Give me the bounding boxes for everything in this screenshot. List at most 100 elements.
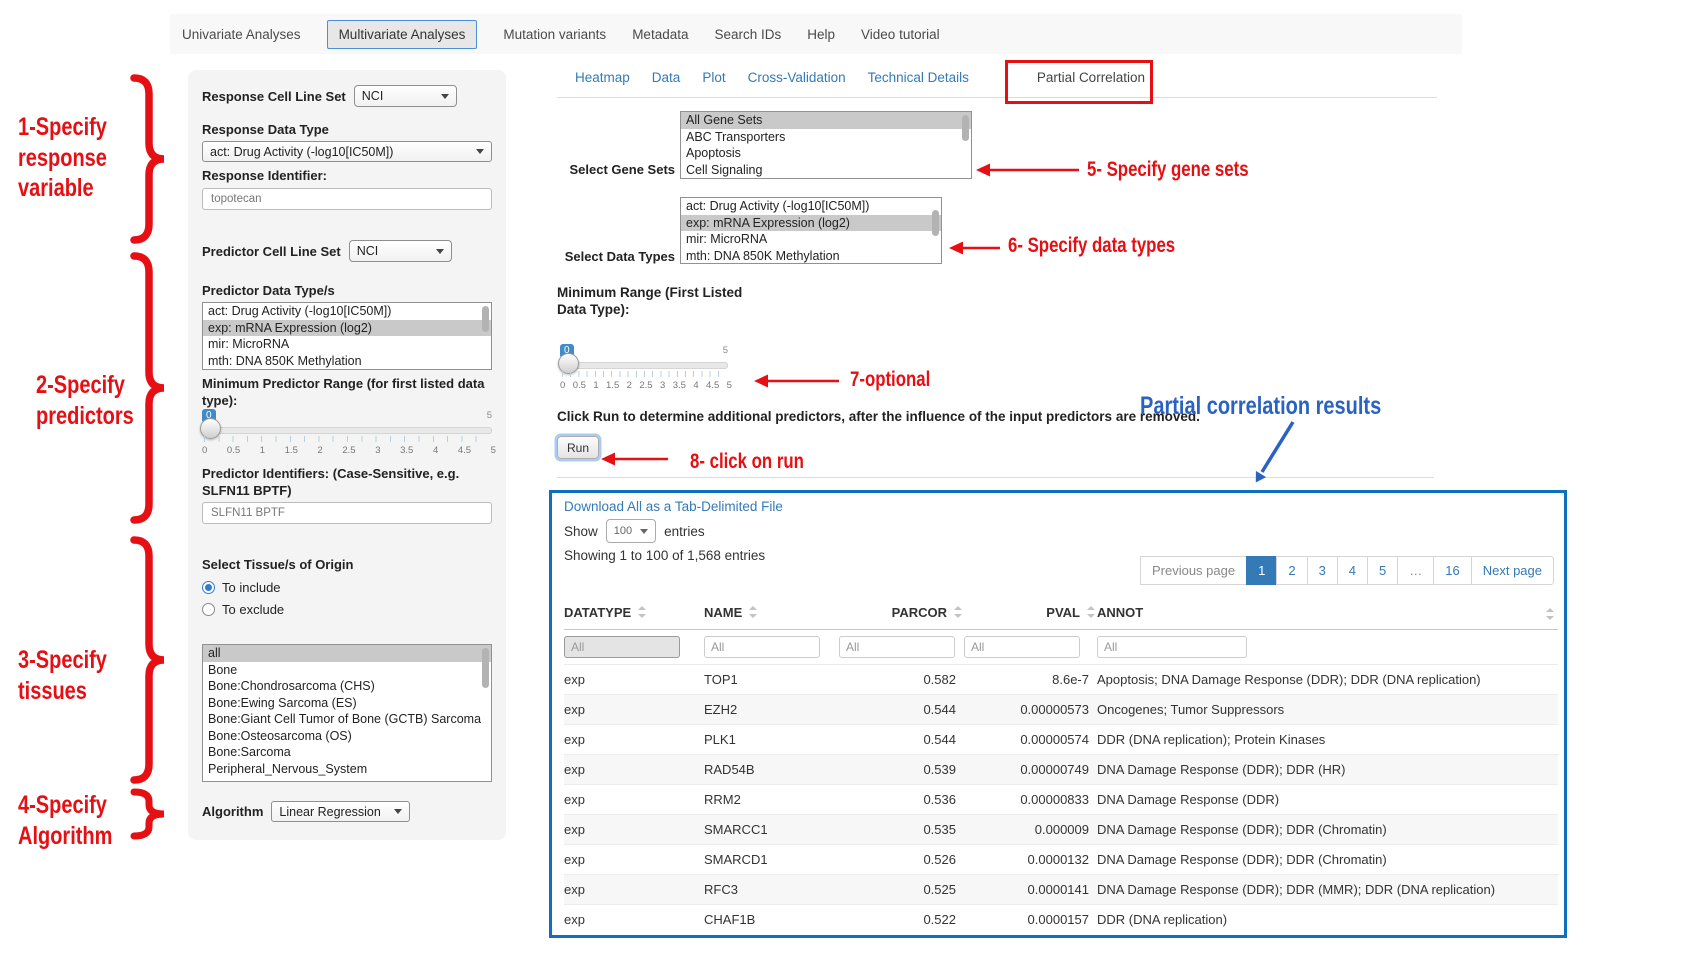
table-row[interactable]: exp RRM2 0.536 0.00000833 DNA Damage Res… [564,785,1558,815]
cell-pval: 0.0000141 [964,875,1097,905]
list-item[interactable]: mir: MicroRNA [681,231,941,248]
tab-item[interactable]: Data [652,70,681,97]
sort-icon[interactable] [1086,606,1097,618]
table-row[interactable]: exp SMARCC1 0.535 0.000009 DNA Damage Re… [564,815,1558,845]
algorithm-select[interactable]: Linear Regression [271,801,410,822]
list-item[interactable]: mth: DNA 850K Methylation [681,248,941,265]
sort-icon[interactable] [637,606,648,618]
table-row[interactable]: exp EZH2 0.544 0.00000573 Oncogenes; Tum… [564,695,1558,725]
scrollbar[interactable] [932,210,939,236]
cell-annot: Apoptosis; DNA Damage Response (DDR); DD… [1097,665,1558,695]
list-item[interactable]: exp: mRNA Expression (log2) [681,215,941,232]
slider-track[interactable] [202,427,492,434]
table-row[interactable]: exp RAD54B 0.539 0.00000749 DNA Damage R… [564,755,1558,785]
tab-item[interactable]: Cross-Validation [748,70,846,97]
list-item[interactable]: Cell Signaling [681,162,971,179]
table-row[interactable]: exp SMARCD1 0.526 0.0000132 DNA Damage R… [564,845,1558,875]
nav-item[interactable]: Mutation variants [503,27,606,42]
page-button[interactable]: 4 [1337,556,1368,585]
filter-parcor-input[interactable] [839,636,955,658]
filter-datatype-input[interactable] [564,636,680,658]
column-header-annot[interactable]: ANNOT [1097,596,1558,630]
table-filter-row [564,630,1558,665]
list-item[interactable]: Bone:Giant Cell Tumor of Bone (GCTB) Sar… [203,711,491,728]
page-button[interactable]: … [1397,556,1434,585]
scrollbar[interactable] [482,648,489,688]
list-item[interactable]: ABC Transporters [681,129,971,146]
table-row[interactable]: exp TOP1 0.582 8.6e-7 Apoptosis; DNA Dam… [564,665,1558,695]
nav-item[interactable]: Multivariate Analyses [327,20,478,49]
filter-pval-input[interactable] [964,636,1080,658]
page-button[interactable]: 2 [1276,556,1307,585]
column-header-pval[interactable]: PVAL [964,596,1097,630]
slider-track[interactable] [560,362,728,369]
gene-sets-listbox[interactable]: All Gene SetsABC TransportersApoptosisCe… [680,111,972,179]
list-item[interactable]: act: Drug Activity (-log10[IC50M]) [681,198,941,215]
response-data-type-select[interactable]: act: Drug Activity (-log10[IC50M]) [202,141,492,162]
list-item[interactable]: Bone:Sarcoma [203,744,491,761]
page-button[interactable]: 3 [1307,556,1338,585]
cell-datatype: exp [564,905,704,935]
column-header-datatype[interactable]: DATATYPE [564,596,704,630]
sort-icon[interactable] [748,606,759,618]
response-cell-line-set-select[interactable]: NCI [354,85,457,107]
tab-item[interactable]: Technical Details [868,70,969,97]
table-row[interactable]: exp PLK1 0.544 0.00000574 DDR (DNA repli… [564,725,1558,755]
list-item[interactable]: Apoptosis [681,145,971,162]
cell-parcor: 0.544 [839,725,964,755]
nav-item[interactable]: Help [807,27,835,42]
list-item[interactable]: all [203,645,491,662]
list-item[interactable]: Bone:Osteosarcoma (OS) [203,728,491,745]
filter-name-input[interactable] [704,636,820,658]
list-item[interactable]: All Gene Sets [681,112,971,129]
list-item[interactable]: Peripheral_Nervous_System [203,761,491,778]
tissue-exclude-radio[interactable]: To exclude [202,602,492,617]
list-item[interactable]: exp: mRNA Expression (log2) [203,320,491,337]
nav-item[interactable]: Search IDs [714,27,781,42]
list-item[interactable]: mth: DNA 850K Methylation [203,353,491,370]
list-item[interactable]: Bone:Chondrosarcoma (CHS) [203,678,491,695]
chevron-down-icon [394,809,402,814]
scrollbar[interactable] [962,115,969,141]
list-item[interactable]: Bone [203,662,491,679]
tab-item[interactable]: Partial Correlation [1037,70,1145,97]
page-button[interactable]: Next page [1471,556,1554,585]
cell-pval: 0.00000573 [964,695,1097,725]
sort-icon[interactable] [953,606,964,618]
run-button[interactable]: Run [557,436,599,459]
filter-annot-input[interactable] [1097,636,1247,658]
nav-item[interactable]: Metadata [632,27,688,42]
table-header-row: DATATYPE NAME PARCOR PVAL ANNOT [564,596,1558,630]
predictor-cell-line-set-select[interactable]: NCI [349,240,452,262]
show-entries-select[interactable]: 100 [606,519,656,543]
tab-item[interactable]: Heatmap [575,70,630,97]
tissue-include-radio[interactable]: To include [202,580,492,595]
table-row[interactable]: exp CHAF1B 0.522 0.0000157 DDR (DNA repl… [564,905,1558,935]
cell-parcor: 0.522 [839,905,964,935]
page-button[interactable]: 16 [1433,556,1471,585]
cell-pval: 0.00000833 [964,785,1097,815]
predictor-data-types-listbox[interactable]: act: Drug Activity (-log10[IC50M])exp: m… [202,302,492,370]
page-button[interactable]: Previous page [1140,556,1247,585]
tab-item[interactable]: Plot [702,70,725,97]
response-identifier-input[interactable] [202,188,492,210]
page-button[interactable]: 5 [1367,556,1398,585]
download-link[interactable]: Download All as a Tab-Delimited File [564,499,783,514]
cell-parcor: 0.526 [839,845,964,875]
page-button[interactable]: 1 [1246,556,1277,585]
tissue-listbox[interactable]: allBoneBone:Chondrosarcoma (CHS)Bone:Ewi… [202,644,492,782]
nav-item[interactable]: Video tutorial [861,27,940,42]
table-row[interactable]: exp RFC3 0.525 0.0000141 DNA Damage Resp… [564,875,1558,905]
data-types-listbox[interactable]: act: Drug Activity (-log10[IC50M])exp: m… [680,197,942,264]
list-item[interactable]: Bone:Ewing Sarcoma (ES) [203,695,491,712]
column-header-parcor[interactable]: PARCOR [839,596,964,630]
cell-datatype: exp [564,845,704,875]
column-header-name[interactable]: NAME [704,596,839,630]
scrollbar[interactable] [482,306,489,332]
predictor-identifiers-input[interactable] [202,502,492,524]
list-item[interactable]: act: Drug Activity (-log10[IC50M]) [203,303,491,320]
nav-item[interactable]: Univariate Analyses [182,27,301,42]
sort-icon[interactable] [1545,608,1556,620]
tick-label: 4 [693,380,698,391]
list-item[interactable]: mir: MicroRNA [203,336,491,353]
